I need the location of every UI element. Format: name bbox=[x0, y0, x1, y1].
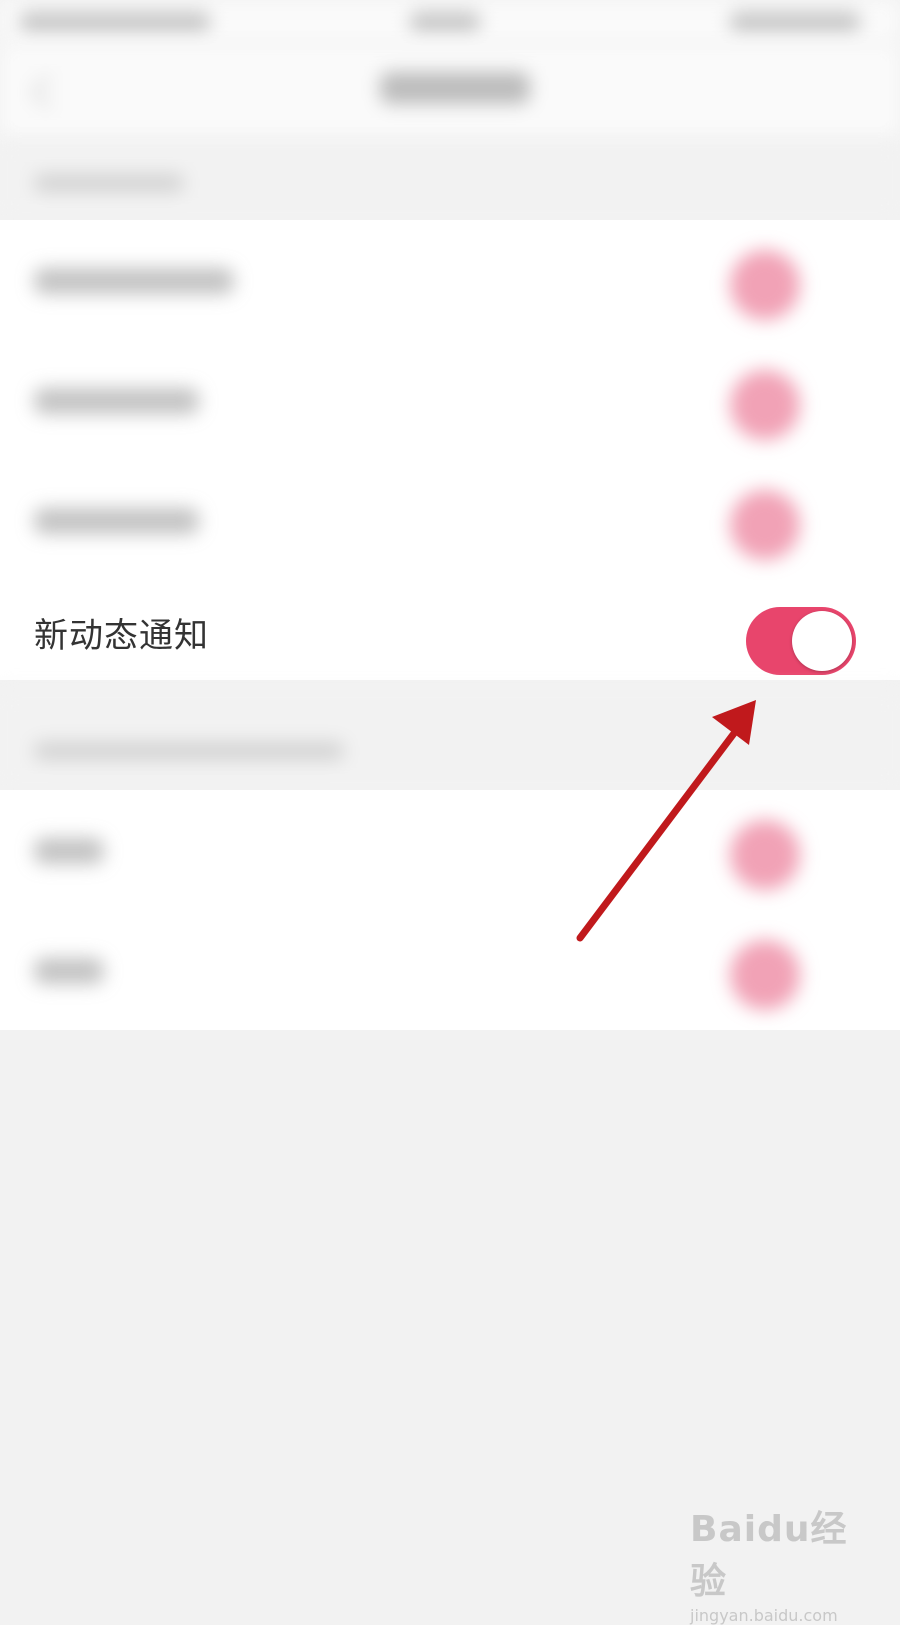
watermark-url: jingyan.baidu.com bbox=[690, 1606, 838, 1625]
new-activity-notification-toggle[interactable] bbox=[746, 607, 856, 675]
section-header-2 bbox=[0, 690, 900, 790]
settings-row[interactable] bbox=[0, 790, 900, 910]
toggle-switch[interactable] bbox=[730, 490, 800, 560]
row-label bbox=[34, 838, 104, 864]
status-carrier-info bbox=[20, 12, 210, 32]
row-label bbox=[34, 388, 199, 414]
settings-row[interactable] bbox=[0, 460, 900, 580]
row-label bbox=[34, 508, 199, 534]
settings-row[interactable] bbox=[0, 220, 900, 340]
settings-group-1 bbox=[0, 220, 900, 580]
watermark-brand: Baidu经验 bbox=[690, 1509, 848, 1602]
status-bar bbox=[0, 0, 900, 44]
page-title bbox=[380, 72, 530, 104]
row-label bbox=[34, 268, 234, 294]
row-label bbox=[34, 958, 104, 984]
new-activity-notification-label: 新动态通知 bbox=[34, 616, 209, 656]
settings-group-2 bbox=[0, 790, 900, 1030]
status-time bbox=[410, 12, 480, 32]
section-header-text bbox=[34, 742, 344, 760]
toggle-switch[interactable] bbox=[730, 940, 800, 1010]
toggle-switch[interactable] bbox=[730, 370, 800, 440]
status-battery-icon bbox=[730, 12, 860, 32]
back-arrow-icon[interactable] bbox=[31, 75, 65, 109]
toggle-switch[interactable] bbox=[730, 820, 800, 890]
nav-bar bbox=[0, 44, 900, 140]
settings-row[interactable] bbox=[0, 910, 900, 1030]
settings-row[interactable] bbox=[0, 340, 900, 460]
baidu-watermark: Baidu经验 jingyan.baidu.com bbox=[690, 1500, 880, 1625]
section-header-text bbox=[34, 174, 184, 192]
toggle-knob bbox=[792, 611, 852, 671]
section-header-1 bbox=[0, 140, 900, 220]
toggle-switch[interactable] bbox=[730, 250, 800, 320]
